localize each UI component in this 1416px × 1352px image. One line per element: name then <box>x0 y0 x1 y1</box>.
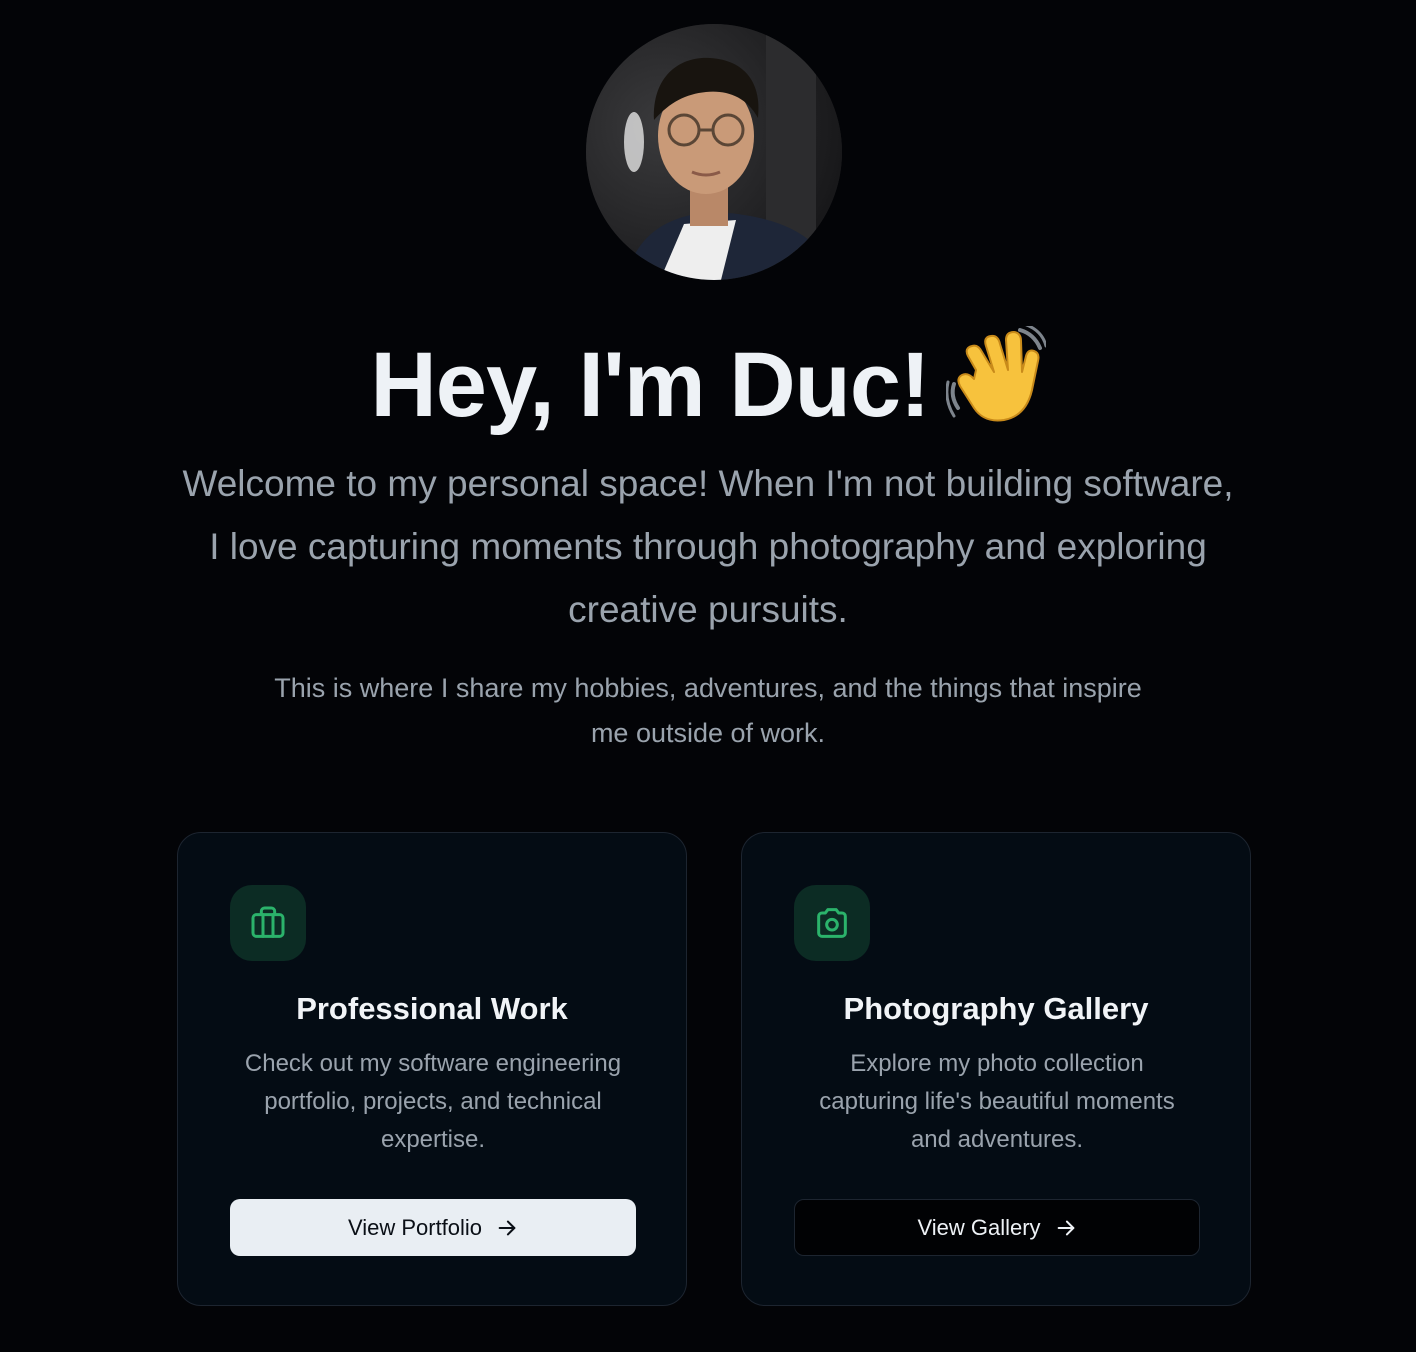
briefcase-icon-box <box>230 885 306 961</box>
card-title: Professional Work <box>296 991 568 1026</box>
card-description: Explore my photo collection capturing li… <box>819 1050 1175 1153</box>
camera-icon <box>817 908 847 938</box>
photography-gallery-card: Photography Gallery Explore my photo col… <box>741 832 1251 1306</box>
greeting-text: Hey, I'm Duc! <box>370 334 930 436</box>
profile-photo <box>586 24 842 280</box>
camera-icon-box <box>794 885 870 961</box>
intro-paragraph: Welcome to my personal space! When I'm n… <box>182 463 1234 630</box>
arrow-right-icon <box>496 1217 518 1239</box>
button-label: View Gallery <box>917 1214 1041 1240</box>
arrow-right-icon <box>1055 1217 1077 1239</box>
sub-paragraph: This is where I share my hobbies, advent… <box>274 673 1142 748</box>
briefcase-icon <box>251 906 285 938</box>
home-page: Hey, I'm Duc! Welcome to my personal spa… <box>0 0 1416 1352</box>
view-gallery-button[interactable]: View Gallery <box>794 1199 1200 1256</box>
waving-hand-icon <box>945 322 1048 426</box>
card-description: Check out my software engineering portfo… <box>244 1050 622 1153</box>
professional-work-card: Professional Work Check out my software … <box>177 832 687 1306</box>
view-portfolio-button[interactable]: View Portfolio <box>230 1199 636 1256</box>
card-title: Photography Gallery <box>843 991 1149 1026</box>
avatar <box>586 24 842 280</box>
page-title: Hey, I'm Duc! <box>0 322 1416 440</box>
button-label: View Portfolio <box>347 1214 483 1240</box>
